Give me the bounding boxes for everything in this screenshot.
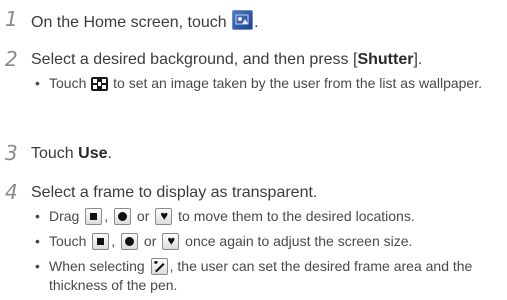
bullet-pen: • When selecting , the user can set the … [35, 258, 473, 293]
step-text: Select a desired background, and then pr… [31, 51, 423, 68]
circle-frame-icon [121, 233, 139, 250]
step-number: 4 [5, 180, 18, 204]
square-frame-icon [85, 208, 103, 225]
heart-frame-icon: ♥ [155, 208, 173, 225]
shutter-key-label: Shutter [357, 51, 414, 68]
circle-frame-icon [114, 208, 132, 225]
gallery-grid-icon [91, 77, 109, 91]
bullet-gallery: • Touch to set an image taken by the use… [35, 75, 483, 91]
step-number: 3 [5, 141, 18, 165]
step-text: Select a frame to display as transparent… [31, 184, 318, 201]
pen-frame-icon [150, 258, 168, 275]
step-text: On the Home screen, touch . [31, 10, 259, 33]
step-text: Touch Use. [31, 145, 112, 162]
heart-frame-icon: ♥ [162, 233, 180, 250]
use-button-label: Use [78, 145, 108, 162]
transparent-wallpaper-app-icon [232, 10, 254, 30]
step-number: 1 [5, 7, 18, 31]
square-frame-icon [92, 233, 110, 250]
step-number: 2 [5, 47, 18, 71]
